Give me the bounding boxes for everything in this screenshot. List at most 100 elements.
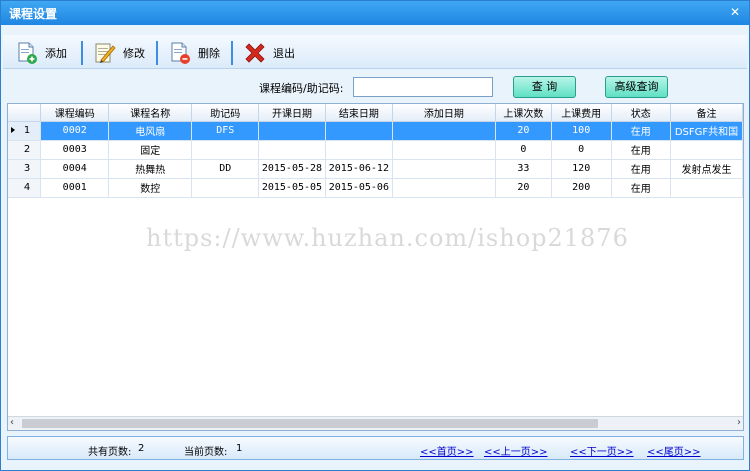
delete-button[interactable]: 删除 (168, 39, 220, 67)
current-row-arrow-icon (11, 127, 15, 133)
toolbar-divider (156, 41, 158, 65)
edit-pencil-icon (93, 41, 117, 65)
cell-fee[interactable]: 0 (551, 140, 612, 160)
current-page-value: 1 (236, 443, 243, 454)
cell-fee[interactable]: 200 (551, 178, 612, 198)
column-header[interactable]: 备注 (670, 104, 743, 122)
cell-count[interactable]: 0 (495, 140, 552, 160)
table-row[interactable]: 4 0001 数控 2015-05-05 2015-05-06 20 200 在… (8, 178, 743, 198)
row-header[interactable]: 3 (8, 159, 42, 179)
prev-page-link[interactable]: <<上一页>> (484, 443, 548, 458)
search-input[interactable] (353, 77, 493, 97)
row-header[interactable]: 2 (8, 140, 42, 160)
cell-code[interactable]: 0001 (40, 178, 110, 198)
cell-added-date[interactable] (392, 159, 497, 179)
cell-mnemonic[interactable] (191, 178, 259, 198)
cell-name[interactable]: 热舞热 (108, 159, 193, 179)
last-page-link[interactable]: <<尾页>> (647, 443, 701, 458)
window-title: 课程设置 (9, 7, 58, 21)
column-header[interactable]: 状态 (611, 104, 672, 122)
cell-end-date[interactable] (325, 140, 393, 160)
cell-count[interactable]: 20 (495, 178, 552, 198)
cell-end-date[interactable]: 2015-06-12 (325, 159, 393, 179)
edit-button[interactable]: 修改 (93, 39, 145, 67)
cell-mnemonic[interactable]: DD (191, 159, 259, 179)
toolbar: 添加 修改 删除 退出 (3, 35, 747, 69)
search-bar: 课程编码/助记码: 查 询 高级查询 (1, 73, 749, 101)
scroll-left-icon[interactable]: ‹ (10, 417, 14, 428)
column-header[interactable]: 上课次数 (495, 104, 552, 122)
column-header[interactable]: 添加日期 (392, 104, 497, 122)
cell-added-date[interactable] (392, 178, 497, 198)
delete-document-icon (168, 41, 192, 65)
cell-start-date[interactable]: 2015-05-28 (258, 159, 326, 179)
row-header[interactable]: 4 (8, 178, 42, 198)
column-header[interactable]: 课程名称 (108, 104, 193, 122)
exit-button-label: 退出 (273, 47, 295, 60)
cell-end-date[interactable]: 2015-05-06 (325, 178, 393, 198)
cell-count[interactable]: 33 (495, 159, 552, 179)
exit-x-icon (243, 41, 267, 65)
cell-note[interactable] (670, 140, 743, 160)
cell-code[interactable]: 0002 (40, 121, 110, 141)
cell-status[interactable]: 在用 (611, 159, 672, 179)
column-header[interactable]: 助记码 (191, 104, 259, 122)
next-page-link[interactable]: <<下一页>> (570, 443, 634, 458)
cell-code[interactable]: 0003 (40, 140, 110, 160)
cell-status[interactable]: 在用 (611, 178, 672, 198)
column-header[interactable]: 开课日期 (258, 104, 326, 122)
cell-code[interactable]: 0004 (40, 159, 110, 179)
scrollbar-thumb[interactable] (22, 419, 598, 428)
toolbar-divider (231, 41, 233, 65)
scroll-right-icon[interactable]: › (737, 417, 741, 428)
advanced-query-button[interactable]: 高级查询 (605, 76, 668, 98)
horizontal-scrollbar[interactable]: ‹ › (8, 416, 743, 430)
cell-mnemonic[interactable] (191, 140, 259, 160)
add-document-icon (15, 41, 39, 65)
cell-note[interactable] (670, 178, 743, 198)
row-header-corner (8, 104, 42, 122)
add-button[interactable]: 添加 (15, 39, 67, 67)
cell-status[interactable]: 在用 (611, 121, 672, 141)
search-label: 课程编码/助记码: (259, 82, 344, 95)
cell-note[interactable]: DSFGF共和国 (670, 121, 743, 141)
table-row[interactable]: 1 0002 电风扇 DFS 20 100 在用 DSFGF共和国 (8, 121, 743, 141)
cell-start-date[interactable] (258, 140, 326, 160)
exit-button[interactable]: 退出 (243, 39, 295, 67)
edit-button-label: 修改 (123, 47, 145, 60)
cell-name[interactable]: 电风扇 (108, 121, 193, 141)
table-row[interactable]: 3 0004 热舞热 DD 2015-05-28 2015-06-12 33 1… (8, 159, 743, 179)
course-table: 课程编码 课程名称 助记码 开课日期 结束日期 添加日期 上课次数 上课费用 状… (7, 103, 744, 431)
table-header-row: 课程编码 课程名称 助记码 开课日期 结束日期 添加日期 上课次数 上课费用 状… (8, 104, 743, 122)
cell-end-date[interactable] (325, 121, 393, 141)
query-button[interactable]: 查 询 (513, 76, 576, 98)
toolbar-divider (81, 41, 83, 65)
total-pages-value: 2 (138, 443, 145, 454)
first-page-link[interactable]: <<首页>> (420, 443, 474, 458)
title-bar: 课程设置 ✕ (1, 1, 749, 25)
total-pages-label: 共有页数: (88, 447, 132, 458)
cell-name[interactable]: 固定 (108, 140, 193, 160)
cell-added-date[interactable] (392, 121, 497, 141)
close-icon[interactable]: ✕ (727, 4, 743, 20)
row-header[interactable]: 1 (8, 121, 42, 141)
cell-name[interactable]: 数控 (108, 178, 193, 198)
cell-start-date[interactable]: 2015-05-05 (258, 178, 326, 198)
cell-fee[interactable]: 100 (551, 121, 612, 141)
cell-added-date[interactable] (392, 140, 497, 160)
cell-note[interactable]: 发射点发生 (670, 159, 743, 179)
delete-button-label: 删除 (198, 47, 220, 60)
add-button-label: 添加 (45, 47, 67, 60)
cell-count[interactable]: 20 (495, 121, 552, 141)
cell-fee[interactable]: 120 (551, 159, 612, 179)
course-settings-window: 课程设置 ✕ 添加 修改 删除 退出 课程编码/助记码: 查 询 高级查询 课程… (0, 0, 750, 471)
column-header[interactable]: 上课费用 (551, 104, 612, 122)
column-header[interactable]: 结束日期 (325, 104, 393, 122)
column-header[interactable]: 课程编码 (40, 104, 110, 122)
pagination-bar: 共有页数: 2 当前页数: 1 <<首页>> <<上一页>> <<下一页>> <… (7, 436, 744, 460)
cell-status[interactable]: 在用 (611, 140, 672, 160)
cell-mnemonic[interactable]: DFS (191, 121, 259, 141)
cell-start-date[interactable] (258, 121, 326, 141)
table-row[interactable]: 2 0003 固定 0 0 在用 (8, 140, 743, 160)
current-page-label: 当前页数: (184, 447, 228, 458)
